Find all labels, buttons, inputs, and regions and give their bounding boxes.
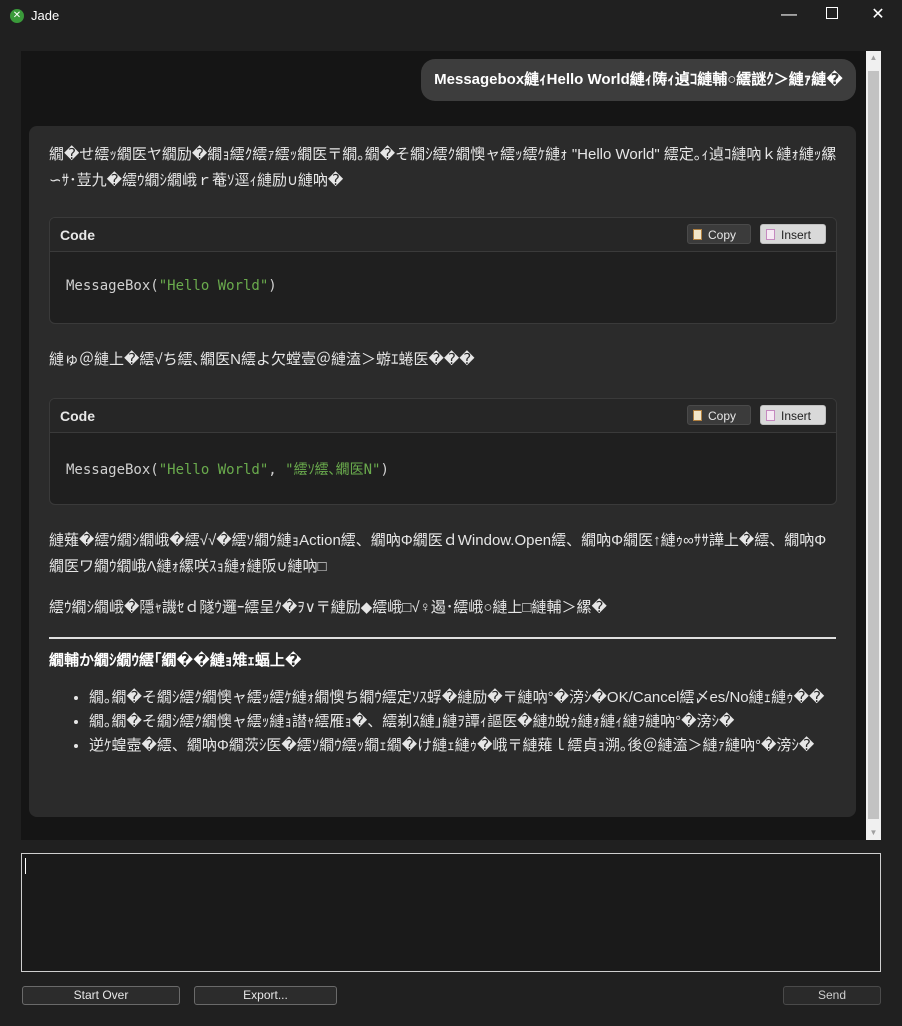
assistant-intro-text: 繝�せ繧ｯ繝医ヤ繝励�繝ｮ繧ｸ繧ｧ繧ｯ繝医〒繝｡繝�そ繝ｼ繧ｸ繝懊ャ繧ｯ繧ｹ縺ｫ… [49, 146, 837, 189]
copy-button-label: Copy [708, 228, 737, 242]
code-token: MessageBox( [66, 278, 159, 294]
followup-item[interactable]: 繝｡繝�そ繝ｼ繧ｸ繝懊ャ繧ｯ繧ｹ縺ｫ繝懊ち繝ｳ繧定ｿｽ蜉�縺励�〒縺吶°�滂ｼ�… [89, 686, 839, 710]
scroll-down-arrow-icon[interactable]: ▼ [866, 826, 881, 840]
followup-list: 繝｡繝�そ繝ｼ繧ｸ繝懊ャ繧ｯ繧ｹ縺ｫ繝懊ち繝ｳ繧定ｿｽ蜉�縺励�〒縺吶°�滂ｼ�… [49, 686, 839, 758]
maximize-icon [826, 7, 838, 20]
copy-button[interactable]: Copy [687, 405, 751, 425]
code-token: , [268, 462, 286, 478]
copy-button[interactable]: Copy [687, 224, 751, 244]
code-block-label: Code [60, 227, 95, 243]
assistant-message-card: 繝�せ繧ｯ繝医ヤ繝励�繝ｮ繧ｸ繧ｧ繧ｯ繝医〒繝｡繝�そ繝ｼ繧ｸ繝懊ャ繧ｯ繧ｹ縺ｫ… [29, 126, 856, 817]
code-string-token: "Hello World" [158, 278, 269, 294]
code-token: ) [380, 462, 389, 478]
scroll-thumb[interactable] [868, 71, 879, 819]
window-title: Jade [31, 8, 60, 23]
document-icon [766, 410, 775, 421]
scroll-up-arrow-icon[interactable]: ▲ [866, 51, 881, 65]
export-button[interactable]: Export... [194, 986, 337, 1005]
insert-button[interactable]: Insert [760, 224, 826, 244]
send-button[interactable]: Send [783, 986, 881, 1005]
followup-item[interactable]: 逆ｹ蝗壼�繧、繝吶Φ繝茨ｼ医�繧ｿ繝ｳ繧ｯ繝ｪ繝�け縺ｪ縺ｩ�峨〒縺薙ｌ繧貞ｮ溯… [89, 734, 839, 758]
code-text: MessageBox("Hello World") [66, 278, 277, 294]
code-block-header: Code Copy Insert [50, 218, 836, 252]
code-string-token: "Hello World" [158, 462, 269, 478]
code-text: MessageBox("Hello World", "繧ｿ繧､繝医Ν") [66, 459, 389, 479]
message-input-box[interactable] [21, 853, 881, 972]
jade-logo-icon: ✕ [10, 9, 24, 23]
code-token: ) [268, 278, 277, 294]
document-icon [766, 229, 775, 240]
start-over-button[interactable]: Start Over [22, 986, 180, 1005]
insert-button[interactable]: Insert [760, 405, 826, 425]
followup-item[interactable]: 繝｡繝�そ繝ｼ繧ｸ繝懊ャ繧ｯ縺ｮ譛ｬ繧雁ｮ�、繧剃ｽ縺｣縺ｦ譚ｨ謳医�縺ｶ蛻ｩ縺… [89, 710, 839, 734]
close-button[interactable]: ✕ [855, 0, 901, 32]
code-block: Code Copy Insert MessageBox("Hello World… [49, 217, 837, 324]
chat-history[interactable]: Messagebox縺ｨHello World縺ｨ陦ｨ遉ｺ縺輔○繧謎ｸ＞縺ｧ縺�… [21, 51, 866, 840]
insert-button-label: Insert [781, 228, 812, 242]
clipboard-icon [693, 229, 702, 240]
insert-button-label: Insert [781, 409, 812, 423]
code-block: Code Copy Insert MessageBox("Hello World… [49, 398, 837, 505]
assistant-action-text: 縺薙�繧ｳ繝ｼ繝峨�繧√√�繧ｿ繝ｳ縺ｮAction繧、繝吶Φ繝医ｄWindow… [49, 532, 827, 575]
divider [49, 637, 836, 639]
assistant-run-text: 繧ｳ繝ｼ繝峨�隱ｬ譏ｾｄ隧ｳ邏ｰ繧呈ｸ�ｦ∨〒縺励◆繧峨□√♀遏･繧峨○縺上□縺… [49, 599, 607, 616]
message-input[interactable] [22, 854, 880, 971]
maximize-button[interactable] [809, 0, 855, 32]
user-message-bubble: Messagebox縺ｨHello World縺ｨ陦ｨ遉ｺ縺輔○繧謎ｸ＞縺ｧ縺� [421, 59, 856, 101]
title-bar: ✕ Jade — ✕ [0, 0, 902, 32]
code-token: MessageBox( [66, 462, 159, 478]
code-block-header: Code Copy Insert [50, 399, 836, 433]
minimize-button[interactable]: — [766, 0, 812, 32]
clipboard-icon [693, 410, 702, 421]
followup-heading: 繝輔か繝ｼ繝ｳ繧｢繝��縺ｮ雉ｪ蝠上� [49, 652, 302, 669]
code-string-token: "繧ｿ繧､繝医Ν" [285, 462, 381, 478]
assistant-title-text: 縺ゅ＠縺上�繧√ち繧､繝医Ν繧よ欠螳壹＠縺溘＞蝣ｴ蜷医��� [49, 351, 475, 368]
code-block-label: Code [60, 408, 95, 424]
chat-scrollbar[interactable]: ▲ ▼ [866, 51, 881, 840]
copy-button-label: Copy [708, 409, 737, 423]
